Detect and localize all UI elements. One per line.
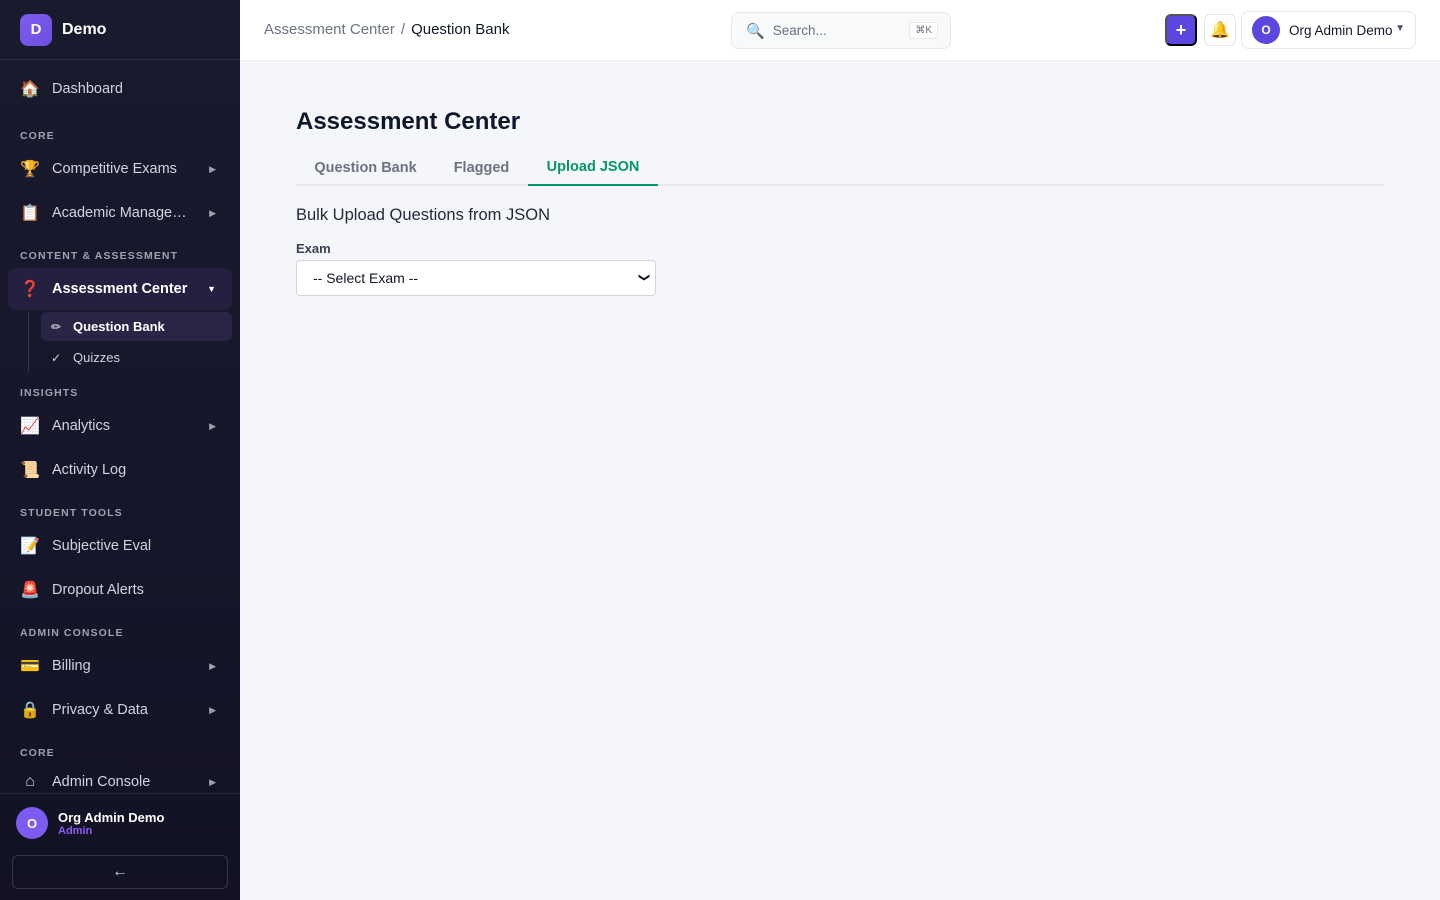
section-header-content-assessment: CONTENT & ASSESSMENT (20, 250, 179, 262)
memo-icon: 📝 (20, 538, 40, 555)
sidebar-item-label: Dashboard (52, 81, 123, 97)
scroll-icon: 📜 (20, 462, 40, 479)
topbar: Assessment Center / Question Bank 🔍 Sear… (240, 0, 1440, 61)
brand-logo: D (20, 13, 52, 46)
sidebar-item-label: Activity Log (52, 462, 127, 478)
add-button[interactable]: + (1165, 14, 1197, 46)
breadcrumb-current: Question Bank (411, 21, 510, 38)
search-icon: 🔍 (746, 22, 765, 40)
sidebar-item-label: Academic Management (52, 205, 196, 221)
sidebar-item-academic-management[interactable]: 📋 Academic Management ▶ (8, 192, 232, 234)
sidebar-subitem-quizzes[interactable]: ✓ Quizzes (41, 343, 232, 372)
caret-right-icon: ▶ (209, 660, 216, 671)
sidebar-item-dashboard[interactable]: 🏠 Dashboard (8, 68, 232, 110)
caret-right-icon: ▶ (209, 207, 216, 218)
sidebar-item-admin-console[interactable]: ⌂ Admin Console ▶ (8, 761, 232, 792)
notifications-button[interactable]: 🔔 (1204, 14, 1236, 46)
collapse-sidebar-button[interactable]: ← (12, 855, 228, 889)
section-header-core-2: CORE (20, 747, 55, 759)
sidebar-item-activity-log[interactable]: 📜 Activity Log (8, 449, 232, 491)
sidebar-item-label: Analytics (52, 418, 111, 434)
brand-name: Demo (62, 20, 107, 38)
chart-icon: 📈 (20, 418, 40, 435)
brand[interactable]: D Demo (0, 0, 240, 60)
search-input[interactable]: 🔍 Search... ⌘K (731, 12, 951, 49)
home-outline-icon: ⌂ (25, 773, 35, 790)
user-name: Org Admin Demo (58, 810, 165, 825)
siren-icon: 🚨 (20, 582, 40, 599)
sidebar: D Demo 🏠 Dashboard CORE 🏆 Competitive Ex… (0, 0, 240, 900)
sidebar-item-label: Competitive Exams (52, 161, 177, 177)
sidebar-item-label: Admin Console (52, 774, 151, 790)
tab-flagged[interactable]: Flagged (435, 150, 528, 186)
credit-card-icon: 💳 (20, 658, 40, 675)
clipboard-icon: 📋 (20, 205, 40, 222)
sidebar-item-label: Assessment Center (52, 281, 188, 297)
house-icon: 🏠 (20, 81, 40, 98)
sidebar-item-label: Billing (52, 658, 91, 674)
exam-select[interactable]: -- Select Exam -- ❯ (296, 260, 656, 296)
user-menu[interactable]: O Org Admin Demo ▼ (1241, 11, 1416, 49)
caret-right-icon: ▶ (209, 420, 216, 431)
tab-question-bank[interactable]: Question Bank (296, 150, 435, 186)
sidebar-item-dropout-alerts[interactable]: 🚨 Dropout Alerts (8, 569, 232, 611)
trophy-icon: 🏆 (20, 161, 40, 178)
section-title: Bulk Upload Questions from JSON (296, 206, 551, 224)
sidebar-subitem-label: Question Bank (73, 319, 165, 334)
breadcrumb: Assessment Center / Question Bank (264, 21, 509, 38)
breadcrumb-parent[interactable]: Assessment Center (264, 21, 395, 38)
avatar: O (1252, 16, 1280, 44)
bell-icon: 🔔 (1210, 22, 1230, 39)
tab-bar: Question Bank Flagged Upload JSON (296, 150, 1384, 186)
section-header-student-tools: STUDENT TOOLS (20, 507, 123, 519)
exam-label: Exam (296, 241, 331, 256)
tab-upload-json[interactable]: Upload JSON (528, 150, 658, 186)
user-menu-name: Org Admin Demo (1289, 22, 1393, 38)
chevron-down-icon: ▼ (1395, 23, 1405, 34)
caret-down-icon: ▼ (207, 284, 216, 294)
sidebar-item-privacy-data[interactable]: 🔒 Privacy & Data ▶ (8, 689, 232, 731)
sidebar-item-billing[interactable]: 💳 Billing ▶ (8, 645, 232, 687)
check-icon: ✓ (51, 350, 62, 365)
sidebar-item-subjective-eval[interactable]: 📝 Subjective Eval (8, 525, 232, 567)
caret-right-icon: ▶ (209, 776, 216, 787)
section-header-insights: INSIGHTS (20, 387, 79, 399)
user-role: Admin (58, 825, 93, 837)
pencil-icon: ✏ (51, 319, 62, 334)
search-placeholder: Search... (772, 23, 827, 38)
sidebar-item-label: Subjective Eval (52, 538, 152, 554)
caret-right-icon: ▶ (209, 163, 216, 174)
section-header-admin-console: ADMIN CONSOLE (20, 627, 124, 639)
subnav-line (28, 312, 29, 372)
sidebar-nav: 🏠 Dashboard CORE 🏆 Competitive Exams ▶ 📋… (0, 68, 240, 792)
sidebar-subitem-label: Quizzes (73, 350, 120, 365)
sidebar-subitem-question-bank[interactable]: ✏ Question Bank (41, 312, 232, 341)
sidebar-item-assessment-center[interactable]: ❓ Assessment Center ▼ (8, 268, 232, 310)
caret-right-icon: ▶ (209, 704, 216, 715)
sidebar-item-competitive-exams[interactable]: 🏆 Competitive Exams ▶ (8, 148, 232, 190)
exam-select-value: -- Select Exam -- (313, 270, 419, 286)
section-header-core: CORE (20, 130, 55, 142)
breadcrumb-separator: / (400, 21, 406, 38)
sidebar-item-analytics[interactable]: 📈 Analytics ▶ (8, 405, 232, 447)
lock-icon: 🔒 (20, 702, 40, 719)
sidebar-item-label: Dropout Alerts (52, 582, 144, 598)
page-title: Assessment Center (296, 108, 521, 135)
shortcut-badge: ⌘K (909, 22, 938, 39)
question-mark-icon: ❓ (20, 281, 40, 298)
chevron-down-icon: ❯ (637, 272, 650, 283)
sidebar-footer: O Org Admin Demo Admin ← (0, 793, 240, 900)
avatar[interactable]: O (16, 807, 48, 839)
sidebar-item-label: Privacy & Data (52, 702, 148, 718)
